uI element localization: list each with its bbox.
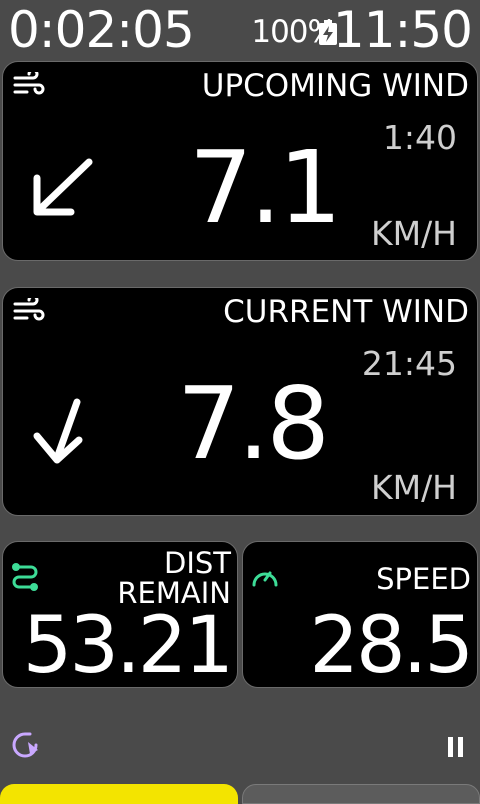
distance-remaining-value: 53.21 xyxy=(22,601,234,691)
current-wind-title: CURRENT WIND xyxy=(223,294,469,330)
upcoming-wind-title: UPCOMING WIND xyxy=(201,68,469,104)
clock: 11:50 xyxy=(332,1,473,59)
upcoming-wind-value: 7.1 xyxy=(189,129,342,246)
speedometer-icon xyxy=(252,571,278,587)
upcoming-wind-card[interactable]: UPCOMING WIND 1:40 7.1 KM/H xyxy=(2,61,478,261)
speed-value: 28.5 xyxy=(309,601,474,691)
ride-timer: 0:02:05 xyxy=(8,1,195,59)
current-wind-value: 7.8 xyxy=(177,365,330,482)
wind-icon xyxy=(13,72,45,95)
page-tab-active[interactable] xyxy=(0,784,238,804)
current-wind-card[interactable]: CURRENT WIND 21:45 7.8 KM/H xyxy=(2,287,478,516)
current-wind-unit: KM/H xyxy=(370,468,457,507)
distance-remaining-card[interactable]: DIST REMAIN 53.21 xyxy=(2,541,238,688)
upcoming-wind-unit: KM/H xyxy=(370,214,457,253)
wind-icon xyxy=(13,298,45,321)
speed-card[interactable]: SPEED 28.5 xyxy=(242,541,478,688)
page-tab-inactive[interactable] xyxy=(242,784,480,804)
arrow-down-left-icon xyxy=(33,398,83,464)
upcoming-wind-time: 1:40 xyxy=(382,118,457,157)
arrow-down-left-icon xyxy=(33,158,93,216)
distance-remaining-title-line1: DIST xyxy=(163,546,231,580)
speed-title: SPEED xyxy=(376,562,471,596)
current-wind-time: 21:45 xyxy=(361,344,457,383)
distance-remaining-title: DIST REMAIN xyxy=(117,548,231,608)
refresh-icon[interactable] xyxy=(8,728,42,762)
status-bar: 0:02:05 100% 11:50 xyxy=(0,0,480,58)
pause-icon[interactable] xyxy=(447,735,465,759)
route-icon xyxy=(12,563,38,591)
